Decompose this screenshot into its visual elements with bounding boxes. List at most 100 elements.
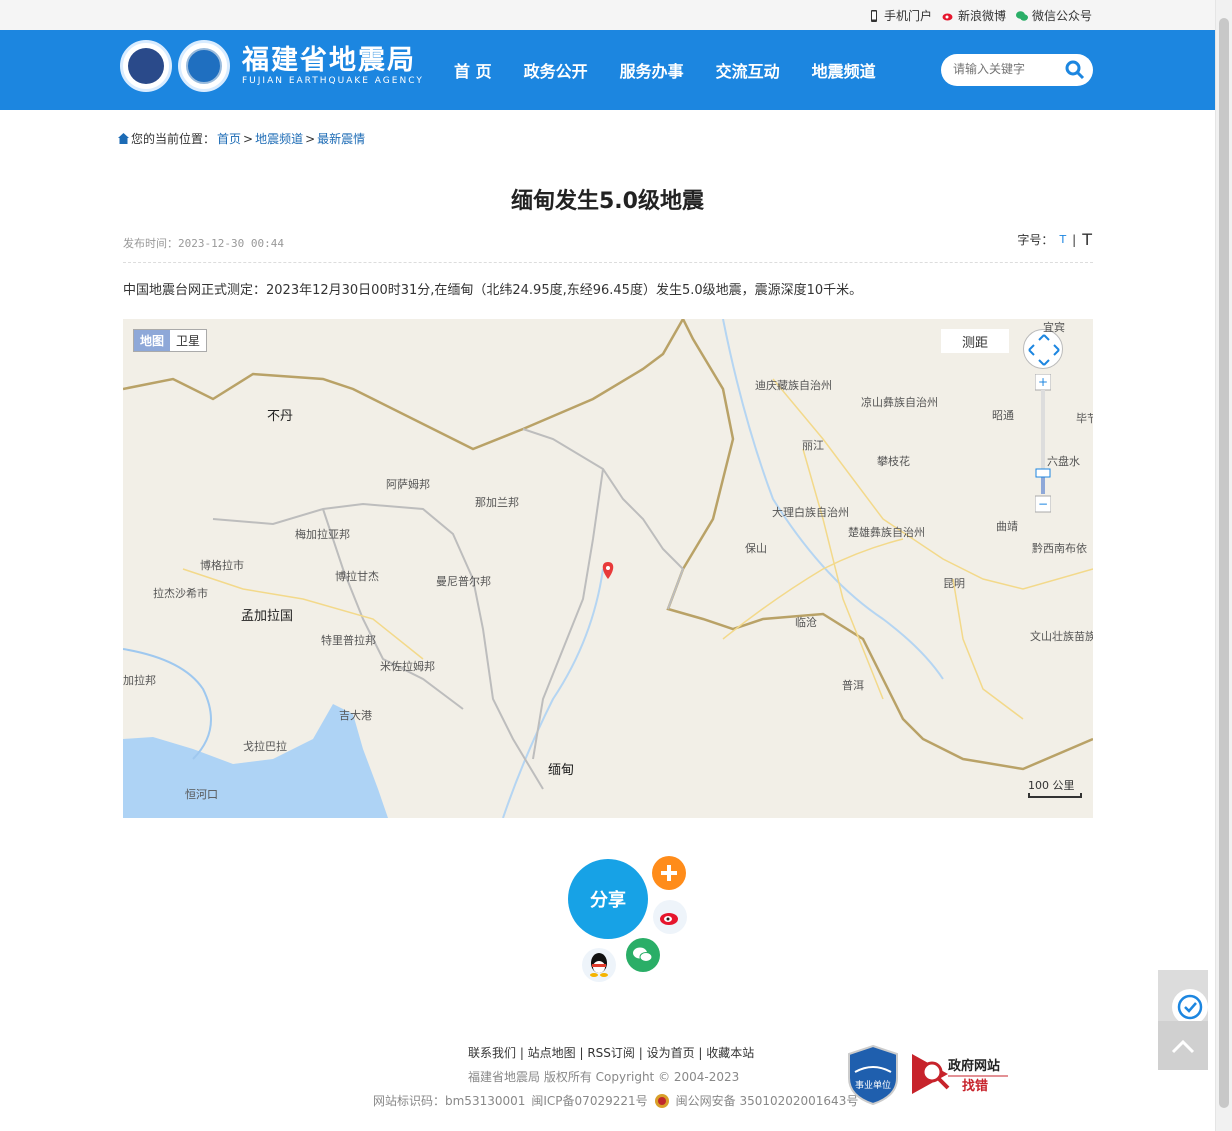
map-type-satellite[interactable]: 卫星 — [170, 330, 206, 351]
mobile-portal-link[interactable]: 手机门户 — [868, 7, 932, 24]
font-large-button[interactable]: T — [1082, 230, 1092, 249]
nav-home[interactable]: 首 页 — [454, 58, 492, 82]
scrollbar-thumb[interactable] — [1219, 18, 1229, 1108]
nav-government-affairs[interactable]: 政务公开 — [524, 58, 588, 82]
article-title: 缅甸发生5.0级地震 — [511, 189, 704, 214]
map-label: 迪庆藏族自治州 — [755, 379, 832, 392]
map-label: 临沧 — [795, 616, 817, 629]
fjea-seal-icon — [178, 40, 230, 92]
map-label: 昆明 — [943, 577, 965, 590]
site-name-en: FUJIAN EARTHQUAKE AGENCY — [242, 76, 424, 86]
svg-text:找错: 找错 — [962, 1078, 988, 1094]
pan-control[interactable] — [1023, 329, 1063, 369]
measure-distance-button[interactable]: 测距 — [941, 329, 1009, 353]
divider — [123, 262, 1093, 263]
pan-arrows-icon — [1028, 334, 1060, 366]
weibo-icon — [660, 913, 678, 925]
font-size-control: 字号： T | T — [1017, 230, 1092, 249]
epicenter-map[interactable]: 地图 卫星 测距 + − 100 公里 不丹 阿萨姆邦 那加兰邦 梅加拉亚邦 博… — [123, 319, 1093, 818]
main-nav: 首 页 政务公开 服务办事 交流互动 地震频道 — [454, 58, 876, 82]
map-label: 文山壮族苗族自治 — [1030, 630, 1093, 643]
footer-registration: 网站标识码：bm53130001 闽ICP备07029221号 闽公网安备 35… — [373, 1092, 859, 1109]
map-label: 曲靖 — [996, 520, 1018, 533]
scrollbar[interactable] — [1215, 0, 1232, 1131]
back-to-top-button — [1158, 1021, 1208, 1070]
weibo-icon — [942, 13, 953, 20]
map-label: 毕节 — [1076, 412, 1093, 425]
police-link[interactable]: 闽公网安备 35010202001643号 — [676, 1092, 859, 1109]
map-label: 曼尼普尔邦 — [436, 575, 491, 588]
svg-text:政府网站: 政府网站 — [948, 1058, 1000, 1074]
nav-interaction[interactable]: 交流互动 — [716, 58, 780, 82]
wechat-icon — [633, 947, 653, 962]
share-wechat-button[interactable] — [626, 938, 660, 972]
national-emblem-icon — [120, 40, 172, 92]
breadcrumb-current[interactable]: 最新震情 — [317, 130, 365, 147]
svg-text:−: − — [1038, 497, 1048, 511]
top-utility-bar: 手机门户 新浪微博 微信公众号 — [0, 0, 1232, 30]
map-label: 吉大港 — [339, 709, 372, 722]
map-label: 缅甸 — [548, 763, 575, 778]
wechat-icon — [1015, 10, 1028, 21]
plus-icon — [661, 865, 677, 881]
map-label: 戈拉巴拉 — [243, 740, 287, 753]
wechat-link[interactable]: 微信公众号 — [1015, 7, 1092, 24]
map-label: 丽江 — [802, 439, 824, 452]
map-label: 保山 — [745, 542, 767, 555]
site-name: 福建省地震局 — [242, 45, 416, 76]
map-type-map[interactable]: 地图 — [134, 330, 171, 351]
map-label: 宜宾 — [1043, 321, 1065, 334]
map-label: 不丹 — [267, 409, 294, 424]
map-label: 楚雄彝族自治州 — [848, 526, 925, 539]
breadcrumb: 您的当前位置： 首页 > 地震频道 > 最新震情 — [118, 130, 365, 147]
map-label: 米佐拉姆邦 — [380, 660, 435, 673]
search-icon[interactable] — [1065, 60, 1085, 80]
share-weibo-button[interactable] — [653, 900, 687, 934]
share-more-button[interactable] — [652, 856, 686, 890]
search-input[interactable] — [953, 62, 1063, 76]
search-box — [941, 54, 1093, 86]
map-label: 孟加拉国 — [241, 609, 294, 624]
map-type-switch: 地图 卫星 — [133, 329, 208, 352]
map-label: 拉杰沙希市 — [153, 587, 208, 600]
map-label: 加拉邦 — [123, 674, 156, 687]
map-label: 梅加拉亚邦 — [295, 528, 350, 541]
footer-links[interactable]: 联系我们 | 站点地图 | RSS订阅 | 设为首页 | 收藏本站 — [468, 1044, 754, 1061]
weibo-link[interactable]: 新浪微博 — [942, 7, 1006, 24]
icp-link[interactable]: 闽ICP备07029221号 — [531, 1092, 647, 1109]
zoom-control: + − — [1035, 374, 1051, 514]
map-label: 昭通 — [992, 409, 1014, 422]
svg-text:事业单位: 事业单位 — [855, 1079, 891, 1091]
nav-earthquake-channel[interactable]: 地震频道 — [812, 58, 876, 82]
breadcrumb-home[interactable]: 首页 — [217, 130, 241, 147]
public-institution-badge[interactable]: 事业单位 — [847, 1044, 899, 1106]
map-label: 六盘水 — [1047, 455, 1080, 468]
map-label: 博拉甘杰 — [335, 570, 379, 583]
map-label: 那加兰邦 — [475, 496, 519, 509]
share-qq-button[interactable] — [582, 948, 616, 982]
map-label: 特里普拉邦 — [321, 634, 376, 647]
share-button[interactable]: 分享 — [568, 859, 648, 939]
svg-text:+: + — [1038, 375, 1048, 389]
site-logo[interactable]: 福建省地震局 FUJIAN EARTHQUAKE AGENCY — [120, 40, 424, 92]
map-label: 普洱 — [842, 679, 864, 692]
home-icon — [118, 133, 129, 144]
qq-icon — [590, 953, 608, 977]
map-label: 恒河口 — [185, 788, 218, 801]
publish-time: 发布时间：2023-12-30 00:44 — [123, 237, 284, 250]
map-label: 攀枝花 — [877, 455, 910, 468]
map-label: 黔西南布依 — [1032, 542, 1087, 555]
nav-services[interactable]: 服务办事 — [620, 58, 684, 82]
site-header: 福建省地震局 FUJIAN EARTHQUAKE AGENCY 首 页 政务公开… — [0, 30, 1215, 110]
breadcrumb-channel[interactable]: 地震频道 — [255, 130, 303, 147]
police-badge-icon — [654, 1093, 669, 1108]
map-label: 凉山彝族自治州 — [861, 396, 938, 409]
font-small-button[interactable]: T — [1059, 233, 1066, 246]
floating-toolbar — [1158, 970, 1208, 1070]
map-label: 大理白族自治州 — [772, 506, 849, 519]
article-body: 中国地震台网正式测定：2023年12月30日00时31分,在缅甸（北纬24.95… — [123, 283, 863, 298]
map-scale: 100 公里 — [1028, 777, 1082, 798]
phone-icon — [870, 9, 877, 22]
footer-copyright: 福建省地震局 版权所有 Copyright © 2004-2023 — [468, 1070, 740, 1084]
gov-site-error-report[interactable]: 政府网站 找错 — [912, 1052, 1012, 1096]
